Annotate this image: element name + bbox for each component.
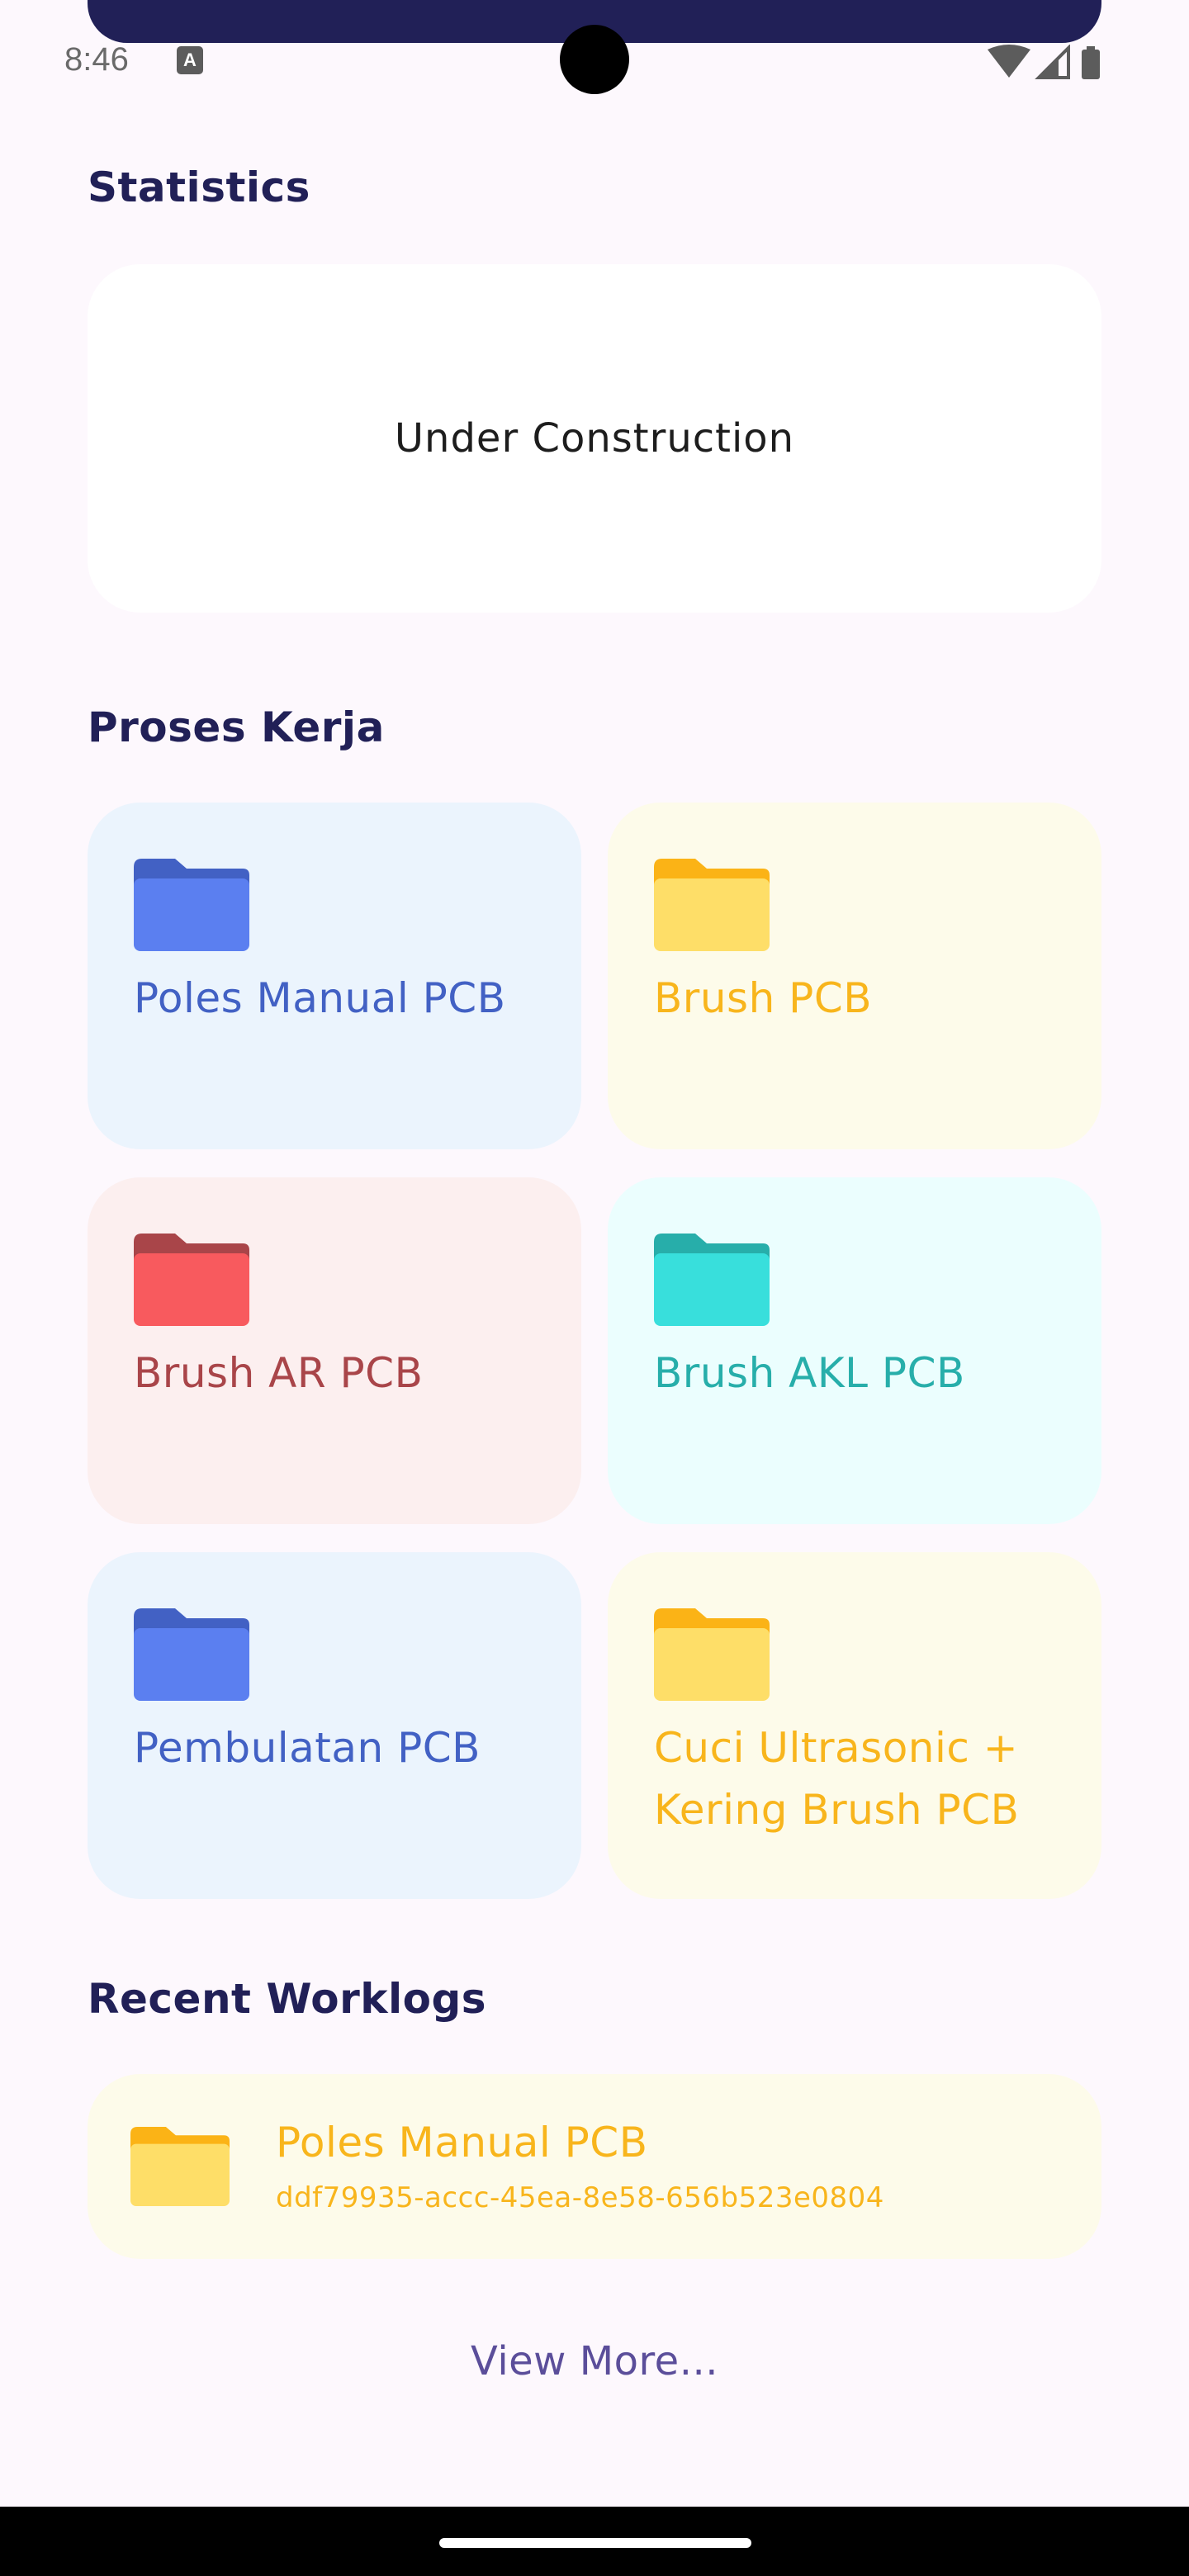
- folder-icon: [134, 1234, 249, 1326]
- worklog-title: Poles Manual PCB: [276, 2119, 648, 2166]
- process-card-label: Brush AKL PCB: [654, 1349, 965, 1397]
- statistics-card: Under Construction: [88, 264, 1101, 613]
- process-card-label: Brush PCB: [654, 974, 873, 1022]
- worklog-id: ddf79935-accc-45ea-8e58-656b523e0804: [276, 2181, 884, 2214]
- wifi-icon: [988, 45, 1030, 78]
- navigation-bar: [0, 2507, 1189, 2576]
- signal-icon: [1035, 45, 1070, 79]
- process-card-cuci-ultrasonic[interactable]: Cuci Ultrasonic + Kering Brush PCB: [608, 1552, 1101, 1899]
- process-card-label: Cuci Ultrasonic + Kering Brush PCB: [654, 1724, 1020, 1834]
- proses-kerja-title: Proses Kerja: [88, 703, 385, 751]
- worklog-item[interactable]: Poles Manual PCB ddf79935-accc-45ea-8e58…: [88, 2074, 1101, 2259]
- process-card-label: Poles Manual PCB: [134, 974, 506, 1022]
- folder-icon: [654, 1608, 770, 1701]
- view-more-link[interactable]: View More...: [0, 2338, 1189, 2384]
- process-card-label: Brush AR PCB: [134, 1349, 424, 1397]
- status-time: 8:46: [64, 41, 129, 78]
- system-icons: [988, 45, 1110, 79]
- folder-icon: [134, 1608, 249, 1701]
- home-gesture-handle[interactable]: [439, 2538, 751, 2548]
- statistics-placeholder: Under Construction: [394, 415, 795, 462]
- process-card-label: Pembulatan PCB: [134, 1724, 481, 1772]
- process-card-poles-manual[interactable]: Poles Manual PCB: [88, 803, 581, 1149]
- statistics-title: Statistics: [88, 163, 310, 211]
- folder-icon: [134, 859, 249, 951]
- folder-icon: [654, 859, 770, 951]
- folder-icon: [130, 2127, 230, 2206]
- process-card-brush-ar[interactable]: Brush AR PCB: [88, 1177, 581, 1524]
- process-card-brush-akl[interactable]: Brush AKL PCB: [608, 1177, 1101, 1524]
- folder-icon: [654, 1234, 770, 1326]
- process-card-brush[interactable]: Brush PCB: [608, 803, 1101, 1149]
- battery-icon: [1082, 46, 1100, 79]
- camera-cutout: [560, 25, 629, 94]
- recent-worklogs-title: Recent Worklogs: [88, 1975, 487, 2023]
- process-card-pembulatan[interactable]: Pembulatan PCB: [88, 1552, 581, 1899]
- text-a-icon: A: [177, 46, 203, 74]
